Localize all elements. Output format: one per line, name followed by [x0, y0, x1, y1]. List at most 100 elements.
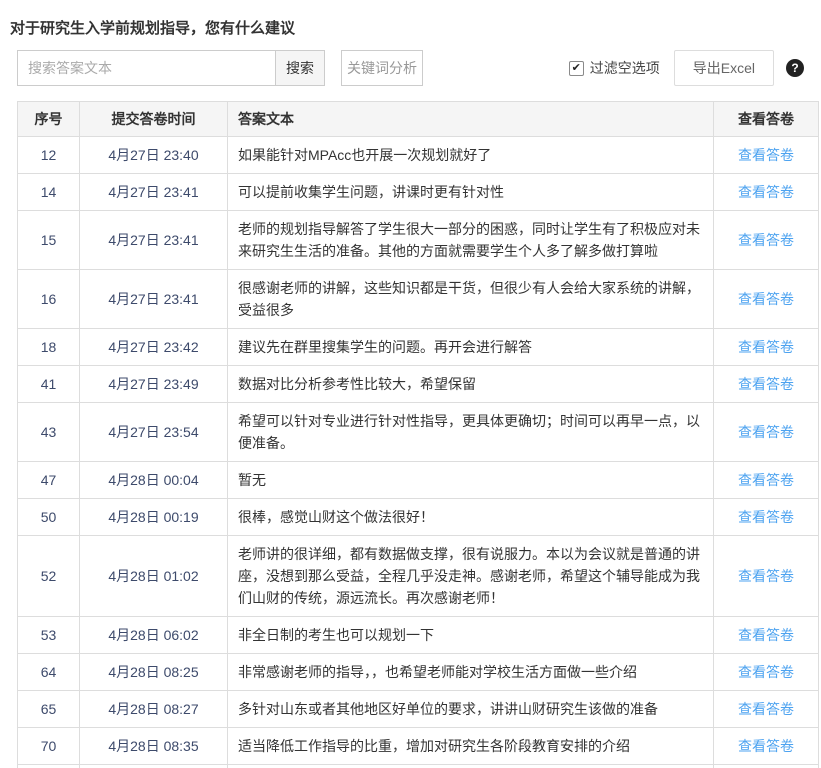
filter-empty-option[interactable]: ✔ 过滤空选项 [569, 58, 660, 78]
view-answer-link[interactable]: 查看答卷 [738, 424, 794, 440]
row-time: 4月27日 23:40 [80, 137, 228, 174]
row-answer-text: 希望可以针对专业进行针对性指导，更具体更确切；时间可以再早一点，以便准备。 [228, 403, 714, 462]
view-answer-link[interactable]: 查看答卷 [738, 568, 794, 584]
view-answer-link[interactable]: 查看答卷 [738, 339, 794, 355]
row-answer-text: 很感谢老师的讲解，这些知识都是干货，但很少有人会给大家系统的讲解，受益很多 [228, 270, 714, 329]
row-answer-text: 很棒，感觉山财这个做法很好！ [228, 499, 714, 536]
row-view-cell: 查看答卷 [714, 654, 819, 691]
table-row: 41 4月27日 23:49 数据对比分析参考性比较大，希望保留 查看答卷 [18, 366, 819, 403]
view-answer-link[interactable]: 查看答卷 [738, 701, 794, 717]
filter-empty-label: 过滤空选项 [590, 58, 660, 78]
view-answer-link[interactable]: 查看答卷 [738, 184, 794, 200]
row-view-cell: 查看答卷 [714, 211, 819, 270]
row-view-cell: 查看答卷 [714, 617, 819, 654]
toolbar: 搜索 关键词分析 ✔ 过滤空选项 导出Excel ? [17, 50, 804, 86]
row-time: 4月27日 23:42 [80, 329, 228, 366]
row-view-cell: 查看答卷 [714, 403, 819, 462]
row-number: 15 [18, 211, 80, 270]
table-row: 43 4月27日 23:54 希望可以针对专业进行针对性指导，更具体更确切；时间… [18, 403, 819, 462]
row-number: 18 [18, 329, 80, 366]
view-answer-link[interactable]: 查看答卷 [738, 509, 794, 525]
row-number: 16 [18, 270, 80, 329]
table-row: 16 4月27日 23:41 很感谢老师的讲解，这些知识都是干货，但很少有人会给… [18, 270, 819, 329]
table-row: 53 4月28日 06:02 非全日制的考生也可以规划一下 查看答卷 [18, 617, 819, 654]
row-answer-text: 数据对比分析参考性比较大，希望保留 [228, 366, 714, 403]
view-answer-link[interactable]: 查看答卷 [738, 627, 794, 643]
row-answer-text: 暂无 [228, 462, 714, 499]
row-view-cell: 查看答卷 [714, 270, 819, 329]
row-time: 4月27日 23:41 [80, 211, 228, 270]
check-icon: ✔ [572, 63, 581, 74]
row-number: 52 [18, 536, 80, 617]
page-title: 对于研究生入学前规划指导，您有什么建议 [10, 20, 821, 37]
answers-table: 序号 提交答卷时间 答案文本 查看答卷 12 4月27日 23:40 如果能针对… [17, 101, 819, 768]
column-header-answer: 答案文本 [228, 102, 714, 137]
row-number: 65 [18, 691, 80, 728]
search-input[interactable] [17, 50, 276, 86]
row-number: 43 [18, 403, 80, 462]
table-row: 70 4月28日 08:35 适当降低工作指导的比重，增加对研究生各阶段教育安排… [18, 728, 819, 765]
table-row: 12 4月27日 23:40 如果能针对MPAcc也开展一次规划就好了 查看答卷 [18, 137, 819, 174]
table-row-partial [18, 765, 819, 768]
table-row: 64 4月28日 08:25 非常感谢老师的指导，，也希望老师能对学校生活方面做… [18, 654, 819, 691]
table-row: 18 4月27日 23:42 建议先在群里搜集学生的问题。再开会进行解答 查看答… [18, 329, 819, 366]
row-answer-text: 非全日制的考生也可以规划一下 [228, 617, 714, 654]
row-answer-text: 建议先在群里搜集学生的问题。再开会进行解答 [228, 329, 714, 366]
row-time [80, 765, 228, 768]
row-answer-text: 多针对山东或者其他地区好单位的要求，讲讲山财研究生该做的准备 [228, 691, 714, 728]
view-answer-link[interactable]: 查看答卷 [738, 664, 794, 680]
answer-table-body: 12 4月27日 23:40 如果能针对MPAcc也开展一次规划就好了 查看答卷… [18, 137, 819, 765]
filter-empty-checkbox[interactable]: ✔ [569, 61, 584, 76]
view-answer-link[interactable]: 查看答卷 [738, 147, 794, 163]
row-view-cell: 查看答卷 [714, 174, 819, 211]
row-time: 4月27日 23:54 [80, 403, 228, 462]
search-button[interactable]: 搜索 [276, 50, 325, 86]
help-icon[interactable]: ? [786, 59, 804, 77]
column-header-view: 查看答卷 [714, 102, 819, 137]
table-row: 15 4月27日 23:41 老师的规划指导解答了学生很大一部分的困惑，同时让学… [18, 211, 819, 270]
row-time: 4月28日 06:02 [80, 617, 228, 654]
table-header-row: 序号 提交答卷时间 答案文本 查看答卷 [18, 102, 819, 137]
row-view-cell: 查看答卷 [714, 536, 819, 617]
row-time: 4月27日 23:41 [80, 174, 228, 211]
row-number [18, 765, 80, 768]
row-number: 12 [18, 137, 80, 174]
column-header-no: 序号 [18, 102, 80, 137]
row-number: 14 [18, 174, 80, 211]
view-answer-link[interactable]: 查看答卷 [738, 472, 794, 488]
column-header-time: 提交答卷时间 [80, 102, 228, 137]
row-answer-text: 如果能针对MPAcc也开展一次规划就好了 [228, 137, 714, 174]
row-view-cell: 查看答卷 [714, 499, 819, 536]
row-view-cell: 查看答卷 [714, 137, 819, 174]
view-answer-link[interactable]: 查看答卷 [738, 232, 794, 248]
row-answer-text: 非常感谢老师的指导，，也希望老师能对学校生活方面做一些介绍 [228, 654, 714, 691]
row-view-cell [714, 765, 819, 768]
survey-answers-panel: 对于研究生入学前规划指导，您有什么建议 搜索 关键词分析 ✔ 过滤空选项 导出E… [0, 20, 821, 768]
row-number: 70 [18, 728, 80, 765]
keyword-analysis-button[interactable]: 关键词分析 [341, 50, 423, 86]
row-time: 4月27日 23:49 [80, 366, 228, 403]
row-answer-text: 老师的规划指导解答了学生很大一部分的困惑，同时让学生有了积极应对未来研究生生活的… [228, 211, 714, 270]
row-time: 4月28日 08:25 [80, 654, 228, 691]
view-answer-link[interactable]: 查看答卷 [738, 738, 794, 754]
table-row: 50 4月28日 00:19 很棒，感觉山财这个做法很好！ 查看答卷 [18, 499, 819, 536]
row-view-cell: 查看答卷 [714, 366, 819, 403]
view-answer-link[interactable]: 查看答卷 [738, 376, 794, 392]
row-time: 4月28日 00:04 [80, 462, 228, 499]
export-excel-button[interactable]: 导出Excel [674, 50, 774, 86]
row-number: 53 [18, 617, 80, 654]
table-row: 14 4月27日 23:41 可以提前收集学生问题，讲课时更有针对性 查看答卷 [18, 174, 819, 211]
row-time: 4月27日 23:41 [80, 270, 228, 329]
row-view-cell: 查看答卷 [714, 728, 819, 765]
row-number: 50 [18, 499, 80, 536]
table-row: 47 4月28日 00:04 暂无 查看答卷 [18, 462, 819, 499]
row-answer-text [228, 765, 714, 768]
row-time: 4月28日 08:27 [80, 691, 228, 728]
row-answer-text: 老师讲的很详细，都有数据做支撑，很有说服力。本以为会议就是普通的讲座，没想到那么… [228, 536, 714, 617]
view-answer-link[interactable]: 查看答卷 [738, 291, 794, 307]
row-number: 47 [18, 462, 80, 499]
row-view-cell: 查看答卷 [714, 462, 819, 499]
table-row: 65 4月28日 08:27 多针对山东或者其他地区好单位的要求，讲讲山财研究生… [18, 691, 819, 728]
row-answer-text: 适当降低工作指导的比重，增加对研究生各阶段教育安排的介绍 [228, 728, 714, 765]
answer-table-partial [18, 765, 819, 768]
